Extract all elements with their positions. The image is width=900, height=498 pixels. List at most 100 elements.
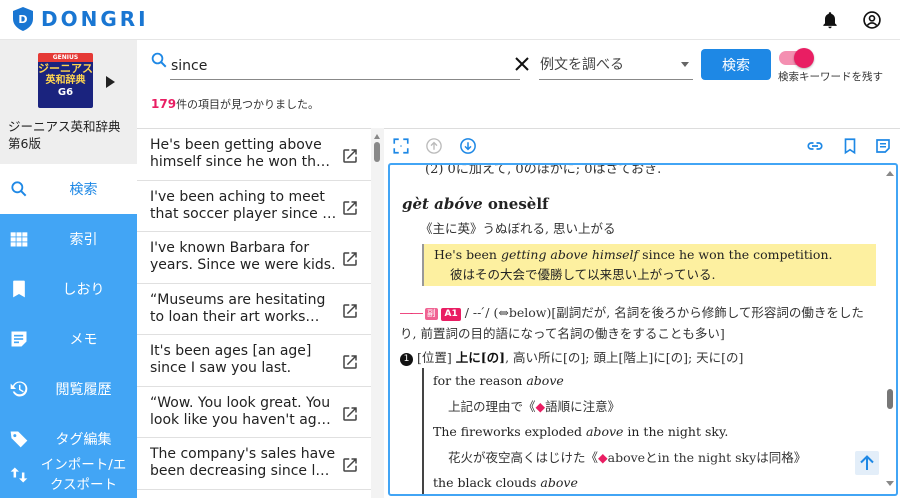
cover-title-line1: ジーニアス [38,62,93,75]
example-english[interactable]: the black clouds above [433,470,880,494]
list-item-text: “Wow. You look great. You look like you … [150,394,335,428]
search-mode-value: 例文を調べる [540,57,624,73]
example-block: for the reason above 上記の理由で《◆語順に注意》 The … [422,368,880,494]
memo-icon [11,331,27,347]
keep-keyword-toggle[interactable] [779,48,814,68]
detail-scrollbar[interactable] [886,165,894,494]
list-item[interactable]: The company's sales have been decreasing… [137,438,371,490]
search-icon [151,52,167,68]
notifications-icon[interactable] [820,10,840,30]
highlighted-example[interactable]: He's been getting above himself since he… [422,244,876,286]
bookmark-icon[interactable] [841,137,859,155]
open-in-new-icon[interactable] [341,302,359,320]
example-keyword: above [585,424,624,439]
sidebar: GENIUS ジーニアス 英和辞典 G6 ジーニアス英和辞典 第6版 検索 索引… [0,40,137,498]
search-button[interactable]: 検索 [701,49,771,80]
cover-publisher: GENIUS [52,54,79,61]
account-icon[interactable] [862,10,882,30]
open-in-new-icon[interactable] [341,147,359,165]
open-in-new-icon[interactable] [341,456,359,474]
sidebar-item-label: メモ [69,332,98,348]
search-input[interactable] [170,52,520,80]
list-item-text: He's been getting above himself since he… [150,137,325,170]
open-in-new-icon[interactable] [341,353,359,371]
list-item-text: I've known Barbara for years. Since we w… [150,240,336,273]
cover-edition: G6 [57,87,74,98]
list-item-text: The company's sales have been decreasing… [150,446,337,479]
cover-title-line2: 英和辞典 [45,75,86,86]
result-count-number: 179 [151,97,177,111]
list-item[interactable]: “Museums are hesitating to loan their ar… [137,284,371,335]
app-logo[interactable]: D DONGRI [12,6,149,32]
example-text: 語順に注意》 [545,398,621,414]
tag-icon [10,431,28,448]
example-japanese: 上記の理由で《◆語順に注意》 [433,394,880,420]
top-bar: D DONGRI [0,0,900,40]
example-english[interactable]: for the reason above [433,368,880,394]
sense-label: [位置] [417,350,456,365]
truncated-line: (2) 0に加えて, 0のほかに; 0はさておき. [425,163,662,177]
list-item[interactable]: It's been ages [an age] since I saw you … [137,335,371,387]
example-text: 花火が夜空高くはじけた《 [448,449,599,465]
fullscreen-icon[interactable] [392,137,410,155]
list-item[interactable]: I've known Barbara for years. Since we w… [137,232,371,284]
sidebar-item-history[interactable]: 閲覧履歴 [0,364,137,414]
part-of-speech-line: ―― 副 A1 / -- ́/ (⇔below)[副詞だが, 名詞を後ろから修飾… [400,302,880,344]
example-text: aboveとin the night skyは同格》 [607,449,807,465]
dictionary-card[interactable]: GENIUS ジーニアス 英和辞典 G6 ジーニアス英和辞典 第6版 [0,40,137,164]
app-name: DONGRI [41,7,149,31]
list-item[interactable]: I've been aching to meet that soccer pla… [137,181,371,232]
sidebar-item-search[interactable]: 検索 [0,164,137,214]
logo-shield-icon: D [13,7,33,31]
example-text: the black clouds [433,475,541,490]
detail-toolbar [384,128,900,162]
pronunciation: / -- ́/ [464,305,490,320]
result-list-scrollbar[interactable] [371,128,384,498]
previous-entry-icon[interactable] [425,137,443,155]
sidebar-item-import-export[interactable]: インポート/エクスポート [0,452,137,498]
cefr-level-badge: A1 [441,308,461,321]
sidebar-item-bookmarks[interactable]: しおり [0,264,137,314]
idiom-definition: 《主に英》うぬぼれる, 思い上がる [420,221,616,236]
sense-number: 1 [400,353,413,366]
diamond-icon: ◆ [535,398,546,414]
sense-keyword: 上に[の] [455,350,506,365]
open-in-new-icon[interactable] [341,405,359,423]
example-text: for the reason [433,373,527,388]
list-item-text: It's been ages [an age] since I saw you … [150,343,312,376]
sidebar-item-index[interactable]: 索引 [0,214,137,264]
example-text: since he won the competition. [638,247,833,262]
example-english[interactable]: The fireworks exploded above in the nigh… [433,419,880,445]
next-entry-icon[interactable] [459,137,477,155]
sense-text: , 高い所に[の]; 頭上[階上]に[の]; 天に[の] [505,350,744,365]
list-item-text: I've been aching to meet that soccer pla… [150,188,327,222]
sense-1: 1 [位置] 上に[の], 高い所に[の]; 頭上[階上]に[の]; 天に[の] [400,347,743,366]
list-item[interactable]: “Wow. You look great. You look like you … [137,387,371,438]
search-panel: 例文を調べる 検索 検索キーワードを残す 179件の項目が見つかりました。 [137,40,900,128]
idiom-headword: gèt abóve onesèlf [402,195,548,213]
list-item[interactable]: He's been getting above himself since he… [137,129,371,181]
sidebar-item-label: しおり [62,282,105,298]
pos-badge: 副 [424,308,438,320]
open-in-new-icon[interactable] [341,250,359,268]
list-item-text: “Museums are hesitating to loan their ar… [150,291,326,325]
svg-text:D: D [18,13,27,26]
example-english: He's been getting above himself since he… [434,245,876,265]
diamond-icon: ◆ [598,449,608,465]
sidebar-item-label: インポート/エクスポート [40,457,127,493]
open-in-new-icon[interactable] [341,199,359,217]
example-keyword: getting above himself [500,247,639,262]
history-icon [10,381,28,397]
result-count: 179件の項目が見つかりました。 [151,96,319,112]
scroll-to-top-button[interactable] [855,451,879,475]
sidebar-item-memo[interactable]: メモ [0,314,137,364]
import-export-icon [10,467,28,483]
sidebar-item-label: 検索 [69,182,98,198]
memo-icon[interactable] [874,137,892,155]
search-mode-select[interactable]: 例文を調べる [539,52,693,80]
clear-icon[interactable] [514,56,530,72]
play-arrow-icon[interactable] [106,76,115,88]
example-text: 上記の理由で《 [448,398,536,414]
link-icon[interactable] [806,137,824,155]
dictionary-name: ジーニアス英和辞典 第6版 [8,119,121,151]
